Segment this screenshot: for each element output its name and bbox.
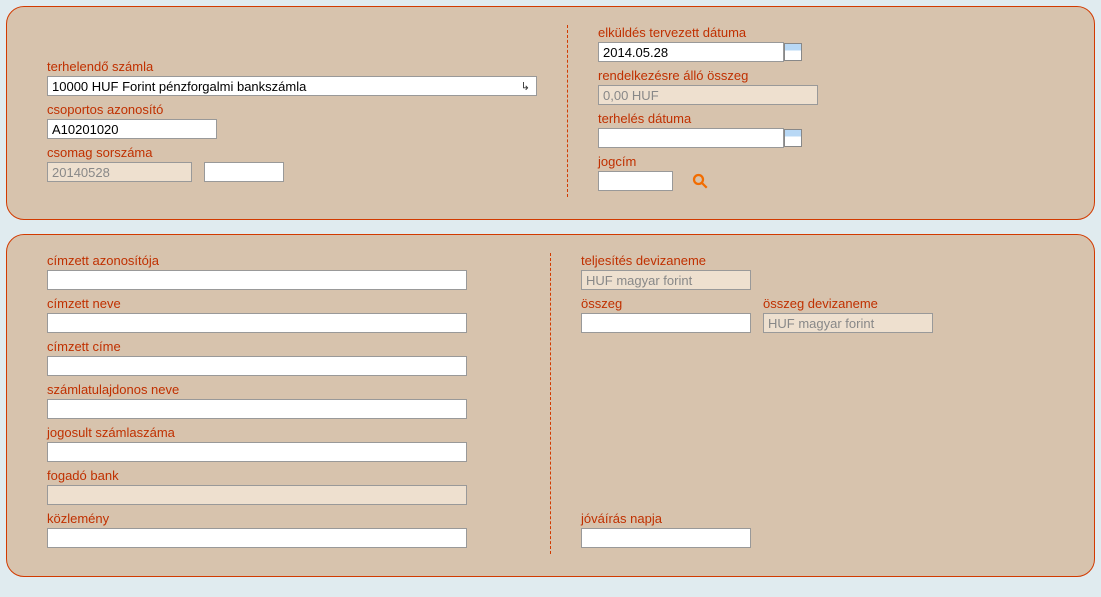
payee-id-field: címzett azonosítója xyxy=(47,253,520,290)
debit-date-field: terhelés dátuma xyxy=(598,111,1054,148)
beneficiary-acct-input[interactable] xyxy=(47,442,467,462)
payee-name-label: címzett neve xyxy=(47,296,520,311)
detail-right: teljesítés devizaneme összeg összeg devi… xyxy=(551,253,1054,554)
available-amount-input xyxy=(598,85,818,105)
package-suffix-input[interactable] xyxy=(204,162,284,182)
payee-name-field: címzett neve xyxy=(47,296,520,333)
header-right: elküldés tervezett dátuma rendelkezésre … xyxy=(568,25,1054,197)
send-date-field: elküldés tervezett dátuma xyxy=(598,25,1054,62)
package-no-label: csomag sorszáma xyxy=(47,145,192,160)
group-id-input[interactable] xyxy=(47,119,217,139)
receiving-bank-label: fogadó bank xyxy=(47,468,520,483)
remittance-field: közlemény xyxy=(47,511,520,548)
remittance-label: közlemény xyxy=(47,511,520,526)
credit-date-input[interactable] xyxy=(581,528,751,548)
credit-date-field: jóváírás napja xyxy=(581,511,1054,548)
account-value: 10000 HUF Forint pénzforgalmi bankszámla xyxy=(52,79,306,94)
package-no-input xyxy=(47,162,192,182)
payee-addr-input[interactable] xyxy=(47,356,467,376)
available-amount-field: rendelkezésre álló összeg xyxy=(598,68,1054,105)
debit-date-input[interactable] xyxy=(598,128,784,148)
account-owner-input[interactable] xyxy=(47,399,467,419)
detail-panel: címzett azonosítója címzett neve címzett… xyxy=(6,234,1095,577)
header-left: terhelendő számla 10000 HUF Forint pénzf… xyxy=(47,25,567,197)
receiving-bank-input xyxy=(47,485,467,505)
chevron-down-icon: ↳ xyxy=(521,80,530,93)
detail-left: címzett azonosítója címzett neve címzett… xyxy=(47,253,550,554)
account-field: terhelendő számla 10000 HUF Forint pénzf… xyxy=(47,59,537,96)
perf-ccy-field: teljesítés devizaneme xyxy=(581,253,1054,290)
beneficiary-acct-field: jogosult számlaszáma xyxy=(47,425,520,462)
payee-name-input[interactable] xyxy=(47,313,467,333)
payee-id-input[interactable] xyxy=(47,270,467,290)
account-owner-label: számlatulajdonos neve xyxy=(47,382,520,397)
perf-ccy-label: teljesítés devizaneme xyxy=(581,253,1054,268)
amount-ccy-label: összeg devizaneme xyxy=(763,296,933,311)
payee-addr-field: címzett címe xyxy=(47,339,520,376)
beneficiary-acct-label: jogosult számlaszáma xyxy=(47,425,520,440)
send-date-input[interactable] xyxy=(598,42,784,62)
header-panel: terhelendő számla 10000 HUF Forint pénzf… xyxy=(6,6,1095,220)
group-id-field: csoportos azonosító xyxy=(47,102,537,139)
amount-input[interactable] xyxy=(581,313,751,333)
send-date-label: elküldés tervezett dátuma xyxy=(598,25,1054,40)
payee-id-label: címzett azonosítója xyxy=(47,253,520,268)
debit-date-label: terhelés dátuma xyxy=(598,111,1054,126)
account-owner-field: számlatulajdonos neve xyxy=(47,382,520,419)
account-label: terhelendő számla xyxy=(47,59,537,74)
account-select[interactable]: 10000 HUF Forint pénzforgalmi bankszámla… xyxy=(47,76,537,96)
calendar-icon[interactable] xyxy=(784,129,802,147)
remittance-input[interactable] xyxy=(47,528,467,548)
available-amount-label: rendelkezésre álló összeg xyxy=(598,68,1054,83)
amount-ccy-input xyxy=(763,313,933,333)
package-row: csomag sorszáma xyxy=(47,145,537,188)
title-code-input[interactable] xyxy=(598,171,673,191)
title-code-row: jogcím xyxy=(598,154,1054,197)
amount-label: összeg xyxy=(581,296,751,311)
credit-date-label: jóváírás napja xyxy=(581,511,1054,526)
payee-addr-label: címzett címe xyxy=(47,339,520,354)
search-icon[interactable] xyxy=(691,172,709,195)
title-code-label: jogcím xyxy=(598,154,673,169)
calendar-icon[interactable] xyxy=(784,43,802,61)
group-id-label: csoportos azonosító xyxy=(47,102,537,117)
perf-ccy-input xyxy=(581,270,751,290)
amount-row: összeg összeg devizaneme xyxy=(581,296,1054,339)
receiving-bank-field: fogadó bank xyxy=(47,468,520,505)
